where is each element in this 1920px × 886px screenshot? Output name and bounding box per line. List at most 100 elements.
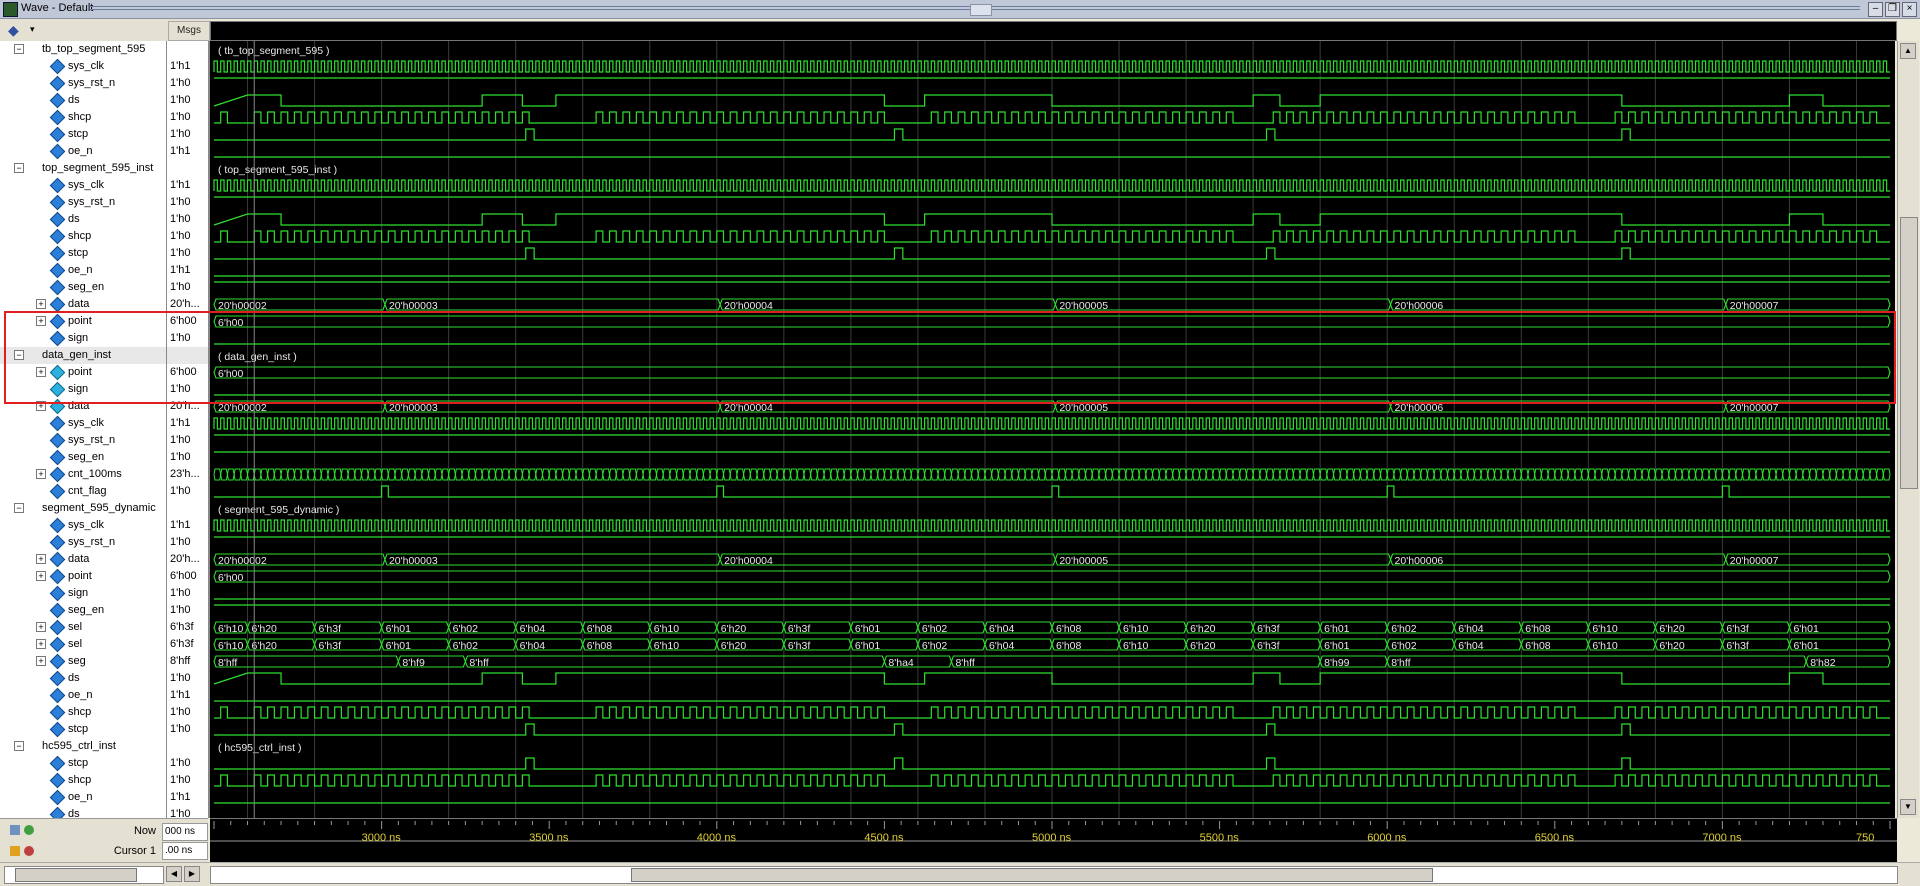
- signal-row[interactable]: sys_clk: [0, 177, 166, 194]
- value-row[interactable]: 1'h0: [167, 194, 208, 211]
- value-row[interactable]: 1'h1: [167, 58, 208, 75]
- value-row[interactable]: 20'h...: [167, 551, 208, 568]
- value-row[interactable]: [167, 347, 208, 364]
- waveform-pane[interactable]: ( tb_top_segment_595 ) ( top_segment_595_…: [210, 41, 1895, 818]
- scroll-up-icon[interactable]: ▲: [1900, 43, 1916, 59]
- value-row[interactable]: 1'h0: [167, 279, 208, 296]
- signal-row[interactable]: stcp: [0, 721, 166, 738]
- value-row[interactable]: 1'h0: [167, 381, 208, 398]
- value-row[interactable]: 20'h...: [167, 398, 208, 415]
- value-row[interactable]: 1'h0: [167, 245, 208, 262]
- collapse-toggle-icon[interactable]: −: [14, 44, 24, 54]
- signal-row[interactable]: stcp: [0, 126, 166, 143]
- value-row[interactable]: 1'h0: [167, 432, 208, 449]
- value-row[interactable]: 1'h0: [167, 330, 208, 347]
- value-row[interactable]: 1'h1: [167, 262, 208, 279]
- signal-value-pane[interactable]: 1'h1 1'h0 1'h0 1'h0 1'h0 1'h1 1'h1 1'h0 1'h0 1'h0…: [167, 41, 210, 818]
- value-row[interactable]: 1'h1: [167, 177, 208, 194]
- value-row[interactable]: 1'h0: [167, 704, 208, 721]
- title-grip[interactable]: [970, 4, 992, 16]
- scroll-right-icon[interactable]: ▶: [184, 866, 200, 882]
- chevron-down-icon[interactable]: ▾: [30, 24, 35, 35]
- value-row[interactable]: 1'h1: [167, 415, 208, 432]
- close-icon[interactable]: ×: [1902, 2, 1917, 17]
- value-row[interactable]: 1'h0: [167, 806, 208, 818]
- signal-row[interactable]: sys_rst_n: [0, 75, 166, 92]
- signal-row[interactable]: + sel: [0, 619, 166, 636]
- signal-row[interactable]: sign: [0, 381, 166, 398]
- expand-toggle-icon[interactable]: +: [36, 469, 46, 479]
- signal-row[interactable]: sign: [0, 330, 166, 347]
- signal-row[interactable]: seg_en: [0, 602, 166, 619]
- expand-toggle-icon[interactable]: +: [36, 401, 46, 411]
- vertical-scroll-thumb[interactable]: [1900, 217, 1918, 489]
- collapse-toggle-icon[interactable]: −: [14, 163, 24, 173]
- value-row[interactable]: 6'h00: [167, 364, 208, 381]
- time-ruler[interactable]: 3000 ns 3500 ns 4000 ns 4500 ns 5000 ns 5500 …: [210, 818, 1897, 863]
- signal-row[interactable]: ds: [0, 806, 166, 818]
- expand-toggle-icon[interactable]: +: [36, 639, 46, 649]
- value-row[interactable]: 1'h0: [167, 670, 208, 687]
- value-row[interactable]: 1'h0: [167, 602, 208, 619]
- waveform-canvas[interactable]: ( tb_top_segment_595 ) ( top_segment_595_…: [210, 41, 1895, 818]
- value-row[interactable]: 1'h0: [167, 755, 208, 772]
- value-row[interactable]: [167, 41, 208, 58]
- tree-group-row[interactable]: − tb_top_segment_595: [0, 41, 166, 58]
- signal-row[interactable]: sys_rst_n: [0, 534, 166, 551]
- signal-row[interactable]: + point: [0, 364, 166, 381]
- value-row[interactable]: 1'h1: [167, 789, 208, 806]
- add-cursor-icon[interactable]: [10, 825, 20, 835]
- value-row[interactable]: [167, 738, 208, 755]
- value-row[interactable]: 1'h0: [167, 585, 208, 602]
- signal-row[interactable]: shcp: [0, 109, 166, 126]
- tree-group-row[interactable]: − hc595_ctrl_inst: [0, 738, 166, 755]
- signal-name-pane[interactable]: − tb_top_segment_595 sys_clk sys_rst_n ds shc…: [0, 41, 167, 818]
- name-pane-scrollbar[interactable]: [4, 866, 164, 884]
- value-row[interactable]: 1'h0: [167, 534, 208, 551]
- signal-row[interactable]: shcp: [0, 704, 166, 721]
- signal-row[interactable]: + point: [0, 568, 166, 585]
- expand-toggle-icon[interactable]: +: [36, 622, 46, 632]
- expand-toggle-icon[interactable]: +: [36, 571, 46, 581]
- signal-row[interactable]: cnt_flag: [0, 483, 166, 500]
- value-row[interactable]: 1'h0: [167, 75, 208, 92]
- signal-row[interactable]: + data: [0, 398, 166, 415]
- collapse-toggle-icon[interactable]: −: [14, 741, 24, 751]
- signal-row[interactable]: shcp: [0, 228, 166, 245]
- value-row[interactable]: 6'h00: [167, 568, 208, 585]
- signal-row[interactable]: sys_clk: [0, 415, 166, 432]
- insert-cursor-icon[interactable]: [24, 825, 34, 835]
- collapse-toggle-icon[interactable]: −: [14, 350, 24, 360]
- signal-row[interactable]: + sel: [0, 636, 166, 653]
- value-row[interactable]: 6'h3f: [167, 619, 208, 636]
- signal-row[interactable]: sys_clk: [0, 517, 166, 534]
- signal-row[interactable]: ds: [0, 211, 166, 228]
- expand-toggle-icon[interactable]: +: [36, 656, 46, 666]
- value-row[interactable]: [167, 500, 208, 517]
- signal-row[interactable]: + seg: [0, 653, 166, 670]
- signal-row[interactable]: seg_en: [0, 449, 166, 466]
- signal-row[interactable]: seg_en: [0, 279, 166, 296]
- value-row[interactable]: 1'h0: [167, 126, 208, 143]
- scroll-down-icon[interactable]: ▼: [1900, 799, 1916, 815]
- minimize-icon[interactable]: –: [1868, 2, 1883, 17]
- signal-row[interactable]: oe_n: [0, 143, 166, 160]
- signal-row[interactable]: + point: [0, 313, 166, 330]
- signal-row[interactable]: + data: [0, 551, 166, 568]
- value-row[interactable]: 8'hff: [167, 653, 208, 670]
- value-row[interactable]: 6'h00: [167, 313, 208, 330]
- signal-row[interactable]: oe_n: [0, 262, 166, 279]
- vertical-scrollbar[interactable]: ▲ ▼: [1897, 41, 1919, 818]
- signal-row[interactable]: sys_clk: [0, 58, 166, 75]
- signal-row[interactable]: sys_rst_n: [0, 432, 166, 449]
- value-row[interactable]: 1'h1: [167, 143, 208, 160]
- expand-toggle-icon[interactable]: +: [36, 367, 46, 377]
- signal-row[interactable]: sys_rst_n: [0, 194, 166, 211]
- value-row[interactable]: 20'h...: [167, 296, 208, 313]
- signal-row[interactable]: stcp: [0, 245, 166, 262]
- expand-toggle-icon[interactable]: +: [36, 299, 46, 309]
- value-row[interactable]: 1'h0: [167, 483, 208, 500]
- value-row[interactable]: 1'h0: [167, 211, 208, 228]
- tree-group-row[interactable]: − data_gen_inst: [0, 347, 166, 364]
- value-row[interactable]: 1'h1: [167, 687, 208, 704]
